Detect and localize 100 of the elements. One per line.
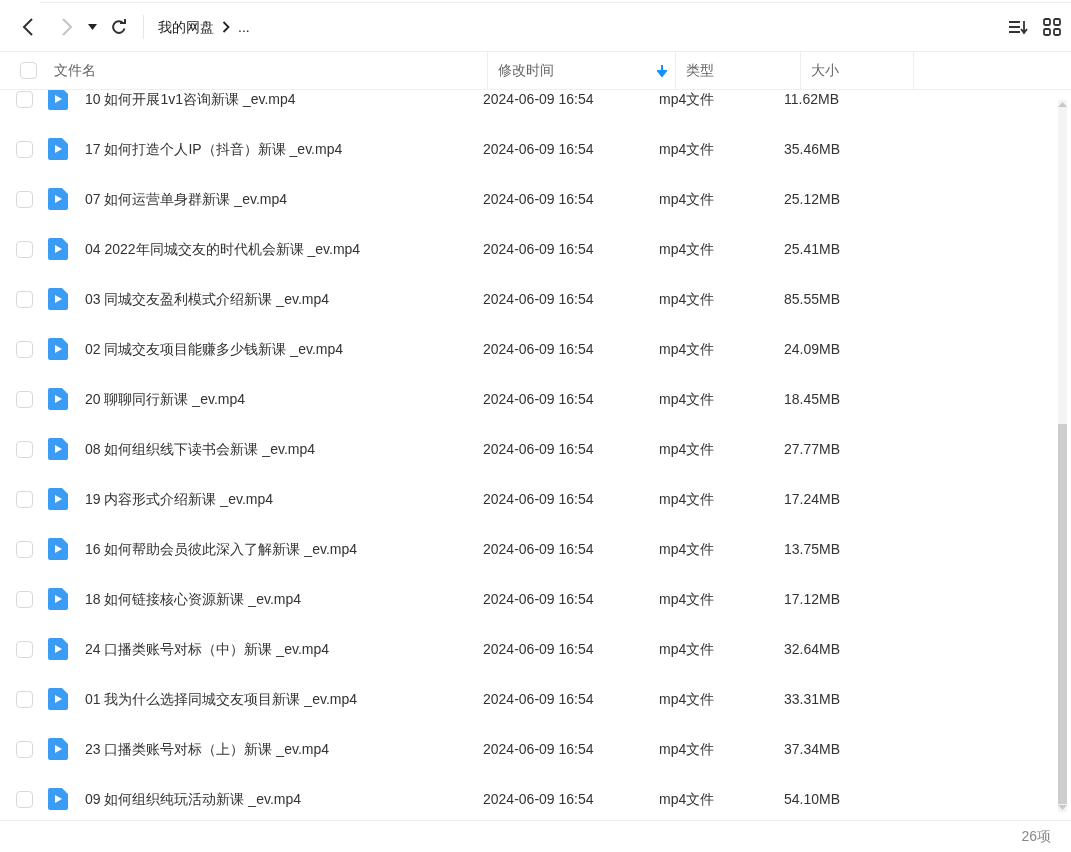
video-file-icon — [48, 438, 68, 460]
modified-date: 2024-06-09 16:54 — [483, 339, 594, 359]
video-file-icon — [48, 238, 68, 260]
modified-date: 2024-06-09 16:54 — [483, 289, 594, 309]
grid-view-icon[interactable] — [1041, 16, 1063, 38]
modified-date: 2024-06-09 16:54 — [483, 189, 594, 209]
file-name[interactable]: 16 如何帮助会员彼此深入了解新课 _ev.mp4 — [85, 538, 357, 560]
scroll-up-icon[interactable] — [1058, 100, 1067, 108]
file-name[interactable]: 17 如何打造个人IP（抖音）新课 _ev.mp4 — [85, 138, 343, 160]
file-size: 18.45MB — [784, 389, 841, 409]
video-file-icon — [48, 788, 68, 810]
file-name[interactable]: 10 如何开展1v1咨询新课 _ev.mp4 — [85, 90, 296, 110]
video-file-icon — [48, 688, 68, 710]
video-file-icon — [48, 638, 68, 660]
file-size: 32.64MB — [784, 639, 841, 659]
file-type: mp4文件 — [659, 139, 715, 159]
file-size: 24.09MB — [784, 339, 841, 359]
modified-date: 2024-06-09 16:54 — [483, 589, 594, 609]
modified-date: 2024-06-09 16:54 — [483, 539, 594, 559]
modified-date: 2024-06-09 16:54 — [483, 239, 594, 259]
row-checkbox[interactable] — [16, 290, 33, 308]
refresh-button[interactable] — [109, 17, 129, 37]
row-checkbox[interactable] — [16, 790, 33, 808]
file-type: mp4文件 — [659, 90, 715, 109]
file-size: 27.77MB — [784, 439, 841, 459]
row-checkbox[interactable] — [16, 390, 33, 408]
video-file-icon — [48, 138, 68, 160]
file-type: mp4文件 — [659, 339, 715, 359]
file-type: mp4文件 — [659, 789, 715, 809]
select-all-checkbox[interactable] — [20, 62, 37, 79]
column-header[interactable]: 类型 — [686, 60, 714, 81]
video-file-icon — [48, 338, 68, 360]
file-size: 17.12MB — [784, 589, 841, 609]
row-checkbox[interactable] — [16, 240, 33, 258]
row-checkbox[interactable] — [16, 90, 33, 108]
modified-date: 2024-06-09 16:54 — [483, 739, 594, 759]
row-checkbox[interactable] — [16, 690, 33, 708]
file-size: 13.75MB — [784, 539, 841, 559]
file-name[interactable]: 18 如何链接核心资源新课 _ev.mp4 — [85, 588, 301, 610]
file-size: 33.31MB — [784, 689, 841, 709]
file-name[interactable]: 08 如何组织线下读书会新课 _ev.mp4 — [85, 438, 315, 460]
video-file-icon — [48, 538, 68, 560]
row-checkbox[interactable] — [16, 440, 33, 458]
row-checkbox[interactable] — [16, 140, 33, 158]
file-type: mp4文件 — [659, 539, 715, 559]
video-file-icon — [48, 488, 68, 510]
file-type: mp4文件 — [659, 389, 715, 409]
video-file-icon — [48, 388, 68, 410]
row-checkbox[interactable] — [16, 740, 33, 758]
video-file-icon — [48, 188, 68, 210]
column-header[interactable]: 文件名 — [54, 60, 96, 81]
modified-date: 2024-06-09 16:54 — [483, 489, 594, 509]
file-type: mp4文件 — [659, 189, 715, 209]
breadcrumb-link[interactable]: 我的网盘 — [158, 16, 214, 38]
modified-date: 2024-06-09 16:54 — [483, 389, 594, 409]
scrollbar[interactable] — [1058, 100, 1067, 812]
file-type: mp4文件 — [659, 289, 715, 309]
file-name[interactable]: 04 2022年同城交友的时代机会新课 _ev.mp4 — [85, 238, 361, 260]
file-type: mp4文件 — [659, 589, 715, 609]
file-type: mp4文件 — [659, 239, 715, 259]
file-size: 11.62MB — [784, 90, 839, 109]
file-size: 17.24MB — [784, 489, 841, 509]
breadcrumb-link[interactable]: ... — [238, 16, 250, 38]
row-checkbox[interactable] — [16, 490, 33, 508]
file-name[interactable]: 19 内容形式介绍新课 _ev.mp4 — [85, 488, 273, 510]
file-size: 25.12MB — [784, 189, 841, 209]
file-size: 25.41MB — [784, 239, 841, 259]
file-name[interactable]: 02 同城交友项目能赚多少钱新课 _ev.mp4 — [85, 338, 343, 360]
modified-date: 2024-06-09 16:54 — [483, 90, 594, 109]
modified-date: 2024-06-09 16:54 — [483, 639, 594, 659]
video-file-icon — [48, 288, 68, 310]
video-file-icon — [48, 588, 68, 610]
chevron-icon — [222, 21, 230, 33]
file-type: mp4文件 — [659, 489, 715, 509]
row-checkbox[interactable] — [16, 540, 33, 558]
file-name[interactable]: 01 我为什么选择同城交友项目新课 _ev.mp4 — [85, 688, 357, 710]
file-name[interactable]: 07 如何运营单身群新课 _ev.mp4 — [85, 188, 287, 210]
row-checkbox[interactable] — [16, 190, 33, 208]
file-size: 37.34MB — [784, 739, 841, 759]
modified-date: 2024-06-09 16:54 — [483, 789, 594, 809]
column-header[interactable]: 修改时间 — [498, 60, 554, 81]
caret-icon — [87, 24, 97, 30]
file-size: 54.10MB — [784, 789, 841, 809]
modified-date: 2024-06-09 16:54 — [483, 139, 594, 159]
file-name[interactable]: 09 如何组织纯玩活动新课 _ev.mp4 — [85, 788, 301, 810]
file-name[interactable]: 23 口播类账号对标（上）新课 _ev.mp4 — [85, 738, 329, 760]
row-checkbox[interactable] — [16, 340, 33, 358]
file-type: mp4文件 — [659, 639, 715, 659]
file-type: mp4文件 — [659, 439, 715, 459]
column-header[interactable]: 大小 — [811, 60, 839, 81]
file-name[interactable]: 03 同城交友盈利模式介绍新课 _ev.mp4 — [85, 288, 329, 310]
file-type: mp4文件 — [659, 689, 715, 709]
modified-date: 2024-06-09 16:54 — [483, 689, 594, 709]
video-file-icon — [48, 738, 68, 760]
file-type: mp4文件 — [659, 739, 715, 759]
row-checkbox[interactable] — [16, 640, 33, 658]
item-count: 26项 — [1021, 827, 1051, 846]
file-name[interactable]: 24 口播类账号对标（中）新课 _ev.mp4 — [85, 638, 329, 660]
row-checkbox[interactable] — [16, 590, 33, 608]
file-name[interactable]: 20 聊聊同行新课 _ev.mp4 — [85, 388, 245, 410]
